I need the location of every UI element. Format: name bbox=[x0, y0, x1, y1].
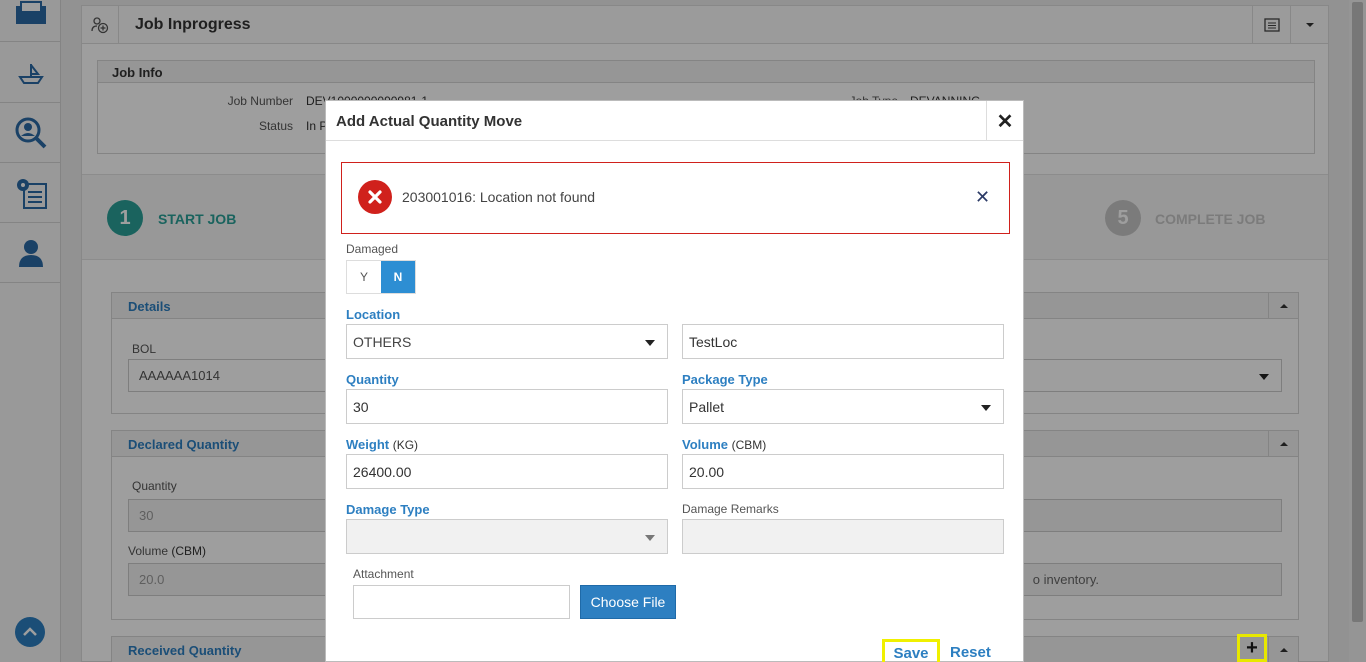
reset-button[interactable]: Reset bbox=[950, 644, 991, 661]
damage-type-label: Damage Type bbox=[346, 502, 430, 517]
location-select[interactable]: OTHERS bbox=[346, 324, 668, 359]
volume-label: Volume (CBM) bbox=[682, 437, 767, 452]
package-type-label: Package Type bbox=[682, 372, 768, 387]
modal-title: Add Actual Quantity Move bbox=[336, 113, 523, 130]
damage-type-select bbox=[346, 519, 668, 554]
quantity-input[interactable]: 30 bbox=[346, 389, 668, 424]
damaged-label: Damaged bbox=[346, 242, 399, 256]
package-type-select[interactable]: Pallet bbox=[682, 389, 1004, 424]
location-label: Location bbox=[346, 307, 401, 322]
close-icon: ✕ bbox=[996, 110, 1014, 133]
alert-dismiss-button[interactable]: ✕ bbox=[975, 187, 990, 208]
quantity-label: Quantity bbox=[346, 372, 399, 387]
modal-close-button[interactable]: ✕ bbox=[986, 101, 1023, 141]
add-actual-quantity-modal: Add Actual Quantity Move ✕ 203001016: Lo… bbox=[325, 100, 1024, 662]
attachment-input[interactable] bbox=[353, 585, 570, 619]
volume-input[interactable]: 20.00 bbox=[682, 454, 1004, 489]
damage-remarks-input bbox=[682, 519, 1004, 554]
location-text-input[interactable]: TestLoc bbox=[682, 324, 1004, 359]
damaged-yes-option[interactable]: Y bbox=[347, 261, 381, 293]
damage-remarks-label: Damage Remarks bbox=[682, 502, 779, 516]
choose-file-button[interactable]: Choose File bbox=[580, 585, 676, 619]
modal-header: Add Actual Quantity Move ✕ bbox=[326, 101, 1023, 141]
save-button[interactable]: Save bbox=[882, 639, 940, 662]
add-received-quantity-button[interactable]: + bbox=[1237, 634, 1267, 662]
damaged-toggle[interactable]: Y N bbox=[346, 260, 416, 294]
error-icon bbox=[358, 180, 392, 214]
weight-input[interactable]: 26400.00 bbox=[346, 454, 668, 489]
error-alert: 203001016: Location not found ✕ bbox=[341, 162, 1010, 234]
weight-label: Weight (KG) bbox=[346, 437, 419, 452]
error-message: 203001016: Location not found bbox=[402, 189, 596, 205]
attachment-label: Attachment bbox=[353, 567, 414, 581]
damaged-no-option[interactable]: N bbox=[381, 261, 415, 293]
